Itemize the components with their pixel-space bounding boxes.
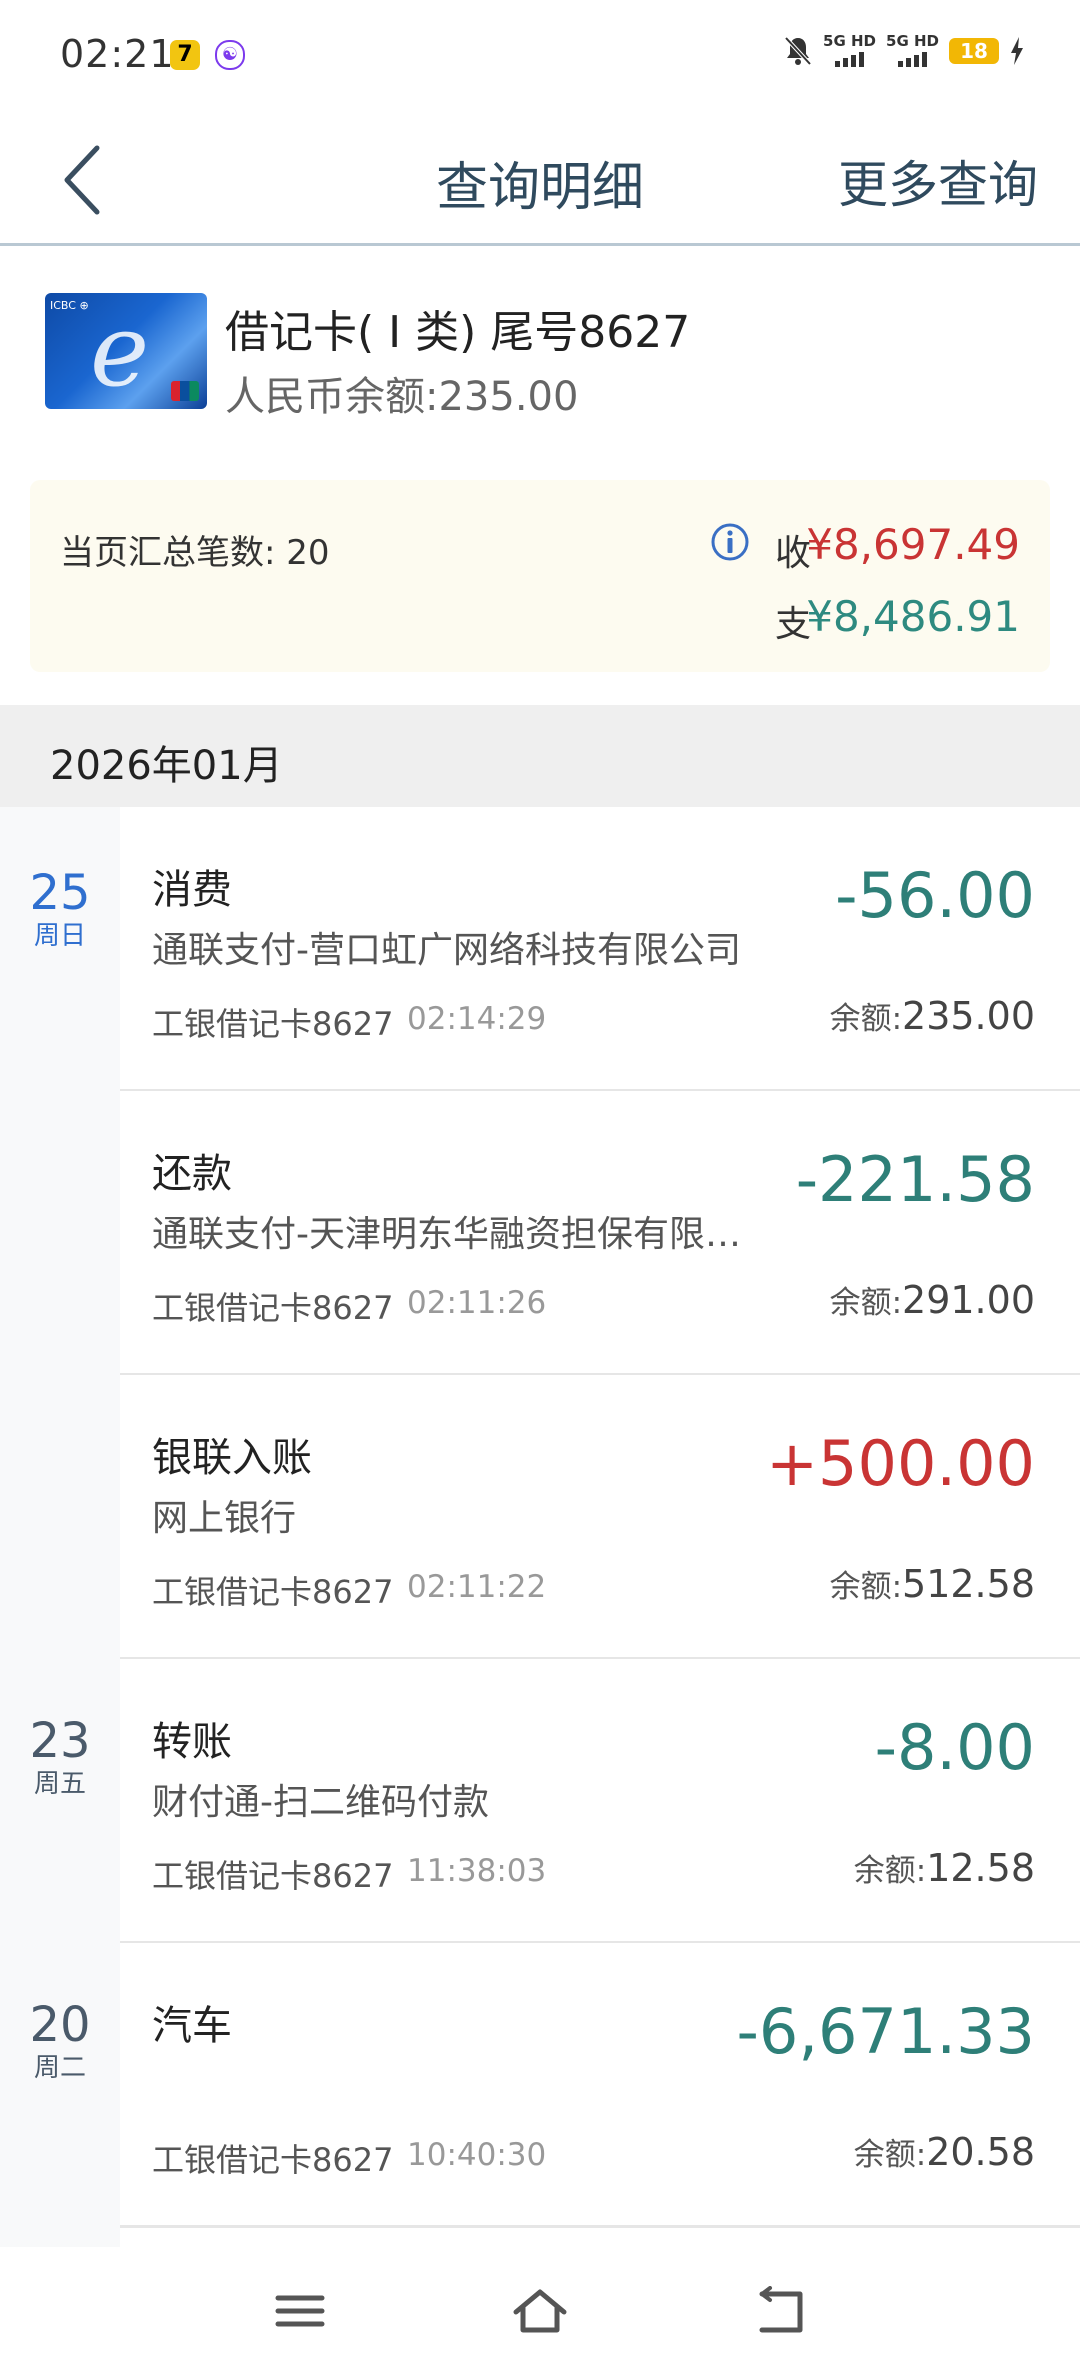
- notify-app-icon: ☯: [215, 40, 245, 70]
- txn-card: 工银借记卡8627: [152, 1857, 394, 1895]
- txn-time: 11:38:03: [407, 1853, 547, 1889]
- date-column: 25 周日 23 周五 20 周二: [0, 807, 120, 2247]
- card-balance: 人民币余额:235.00: [225, 374, 579, 420]
- signal-icon: 5G HD: [886, 34, 939, 67]
- date-block: 25 周日: [0, 867, 120, 953]
- info-icon[interactable]: [710, 522, 750, 562]
- txn-type: 还款: [152, 1151, 232, 1197]
- transaction-row[interactable]: 银联入账 网上银行 工银借记卡8627 02:11:22 +500.00 余额:…: [120, 1375, 1080, 1660]
- txn-balance-label: 余额:: [829, 1285, 903, 1321]
- txn-time: 02:11:26: [407, 1285, 547, 1321]
- unionpay-icon: [171, 381, 199, 401]
- signal-icon: 5G HD: [823, 34, 876, 67]
- txn-card: 工银借记卡8627: [152, 1573, 394, 1611]
- date-weekday: 周二: [33, 2053, 86, 2083]
- card-name: 借记卡( Ⅰ 类) 尾号8627: [225, 307, 691, 358]
- txn-type: 汽车: [152, 2003, 232, 2049]
- txn-amount: +500.00: [766, 1427, 1035, 1500]
- txn-card: 工银借记卡8627: [152, 1005, 394, 1043]
- month-label: 2026年01月: [50, 743, 283, 789]
- txn-balance-label: 余额:: [829, 1569, 903, 1605]
- txn-balance-value: 12.58: [926, 1846, 1035, 1890]
- txn-desc: 通联支付-营口虹广网络科技有限公司: [152, 930, 741, 971]
- e-card-icon: e: [90, 293, 150, 409]
- txn-card: 工银借记卡8627: [152, 1289, 394, 1327]
- transaction-row[interactable]: 转账 财付通-扫二维码付款 工银借记卡8627 11:38:03 -8.00 余…: [120, 1659, 1080, 1944]
- account-card[interactable]: ICBC ⊕ e 借记卡( Ⅰ 类) 尾号8627 人民币余额:235.00: [0, 246, 1080, 466]
- qq-app-icon: 7: [170, 40, 200, 70]
- income-value: ¥8,697.49: [806, 520, 1020, 569]
- date-day: 20: [29, 1997, 91, 2053]
- txn-amount: -8.00: [874, 1711, 1035, 1784]
- system-nav-bar: [0, 2248, 1080, 2376]
- status-bar: 02:21 7 ☯ 5G HD 5G HD 18: [0, 0, 1080, 115]
- signal-label: 5G HD: [823, 32, 877, 50]
- status-time: 02:21: [60, 32, 175, 76]
- battery-icon: 18: [949, 37, 999, 64]
- txn-time: 02:11:22: [407, 1569, 547, 1605]
- charging-icon: [1011, 36, 1023, 65]
- txn-amount: -221.58: [795, 1143, 1035, 1216]
- expense-value: ¥8,486.91: [806, 592, 1020, 641]
- txn-type: 银联入账: [152, 1435, 312, 1481]
- bell-muted-icon: [784, 36, 812, 65]
- txn-balance-value: 20.58: [926, 2130, 1035, 2174]
- txn-balance-value: 235.00: [902, 994, 1035, 1038]
- txn-type: 消费: [152, 867, 232, 913]
- date-day: 25: [29, 865, 91, 921]
- txn-type: 转账: [152, 1719, 232, 1765]
- txn-desc: 网上银行: [152, 1498, 297, 1539]
- transaction-row[interactable]: 消费 通联支付-营口虹广网络科技有限公司 工银借记卡8627 02:14:29 …: [120, 807, 1080, 1092]
- txn-desc: 通联支付-天津明东华融资担保有限…: [152, 1214, 741, 1255]
- txn-card: 工银借记卡8627: [152, 2141, 394, 2179]
- txn-balance: 余额:12.58: [854, 1845, 1035, 1890]
- app-header: 查询明细 更多查询: [0, 115, 1080, 246]
- more-query-button[interactable]: 更多查询: [838, 145, 1038, 217]
- txn-time: 02:14:29: [407, 1001, 547, 1037]
- txn-balance: 余额:235.00: [830, 993, 1035, 1038]
- date-weekday: 周五: [33, 1769, 86, 1799]
- summary-count: 当页汇总笔数: 20: [60, 533, 330, 573]
- date-day: 23: [29, 1713, 91, 1769]
- signal-label: 5G HD: [886, 32, 939, 50]
- txn-balance: 余额:20.58: [854, 2129, 1035, 2174]
- txn-balance-value: 291.00: [902, 1278, 1035, 1322]
- date-block: 23 周五: [0, 1715, 120, 1801]
- back-icon[interactable]: [750, 2286, 810, 2336]
- txn-balance: 余额:512.58: [830, 1561, 1035, 1606]
- summary-panel: 当页汇总笔数: 20 收 ¥8,697.49 支 ¥8,486.91: [30, 480, 1050, 672]
- transaction-row[interactable]: 还款 通联支付-天津明东华融资担保有限… 工银借记卡8627 02:11:26 …: [120, 1091, 1080, 1376]
- home-icon[interactable]: [510, 2286, 570, 2336]
- date-block: 20 周二: [0, 1999, 120, 2085]
- txn-balance-label: 余额:: [853, 1853, 927, 1889]
- card-image: ICBC ⊕ e: [45, 293, 207, 409]
- menu-icon[interactable]: [270, 2286, 330, 2336]
- txn-time: 10:40:30: [407, 2137, 547, 2173]
- txn-balance-label: 余额:: [853, 2137, 927, 2173]
- date-weekday: 周日: [33, 921, 86, 951]
- txn-desc: 财付通-扫二维码付款: [152, 1782, 489, 1823]
- icbc-logo-icon: ICBC ⊕: [50, 299, 89, 312]
- txn-balance-label: 余额:: [829, 1001, 903, 1037]
- txn-amount: -6,671.33: [736, 1995, 1035, 2068]
- month-header: 2026年01月: [0, 705, 1080, 807]
- txn-balance-value: 512.58: [902, 1562, 1035, 1606]
- txn-amount: -56.00: [835, 859, 1035, 932]
- transaction-row[interactable]: 汽车 工银借记卡8627 10:40:30 -6,671.33 余额:20.58: [120, 1943, 1080, 2228]
- txn-balance: 余额:291.00: [830, 1277, 1035, 1322]
